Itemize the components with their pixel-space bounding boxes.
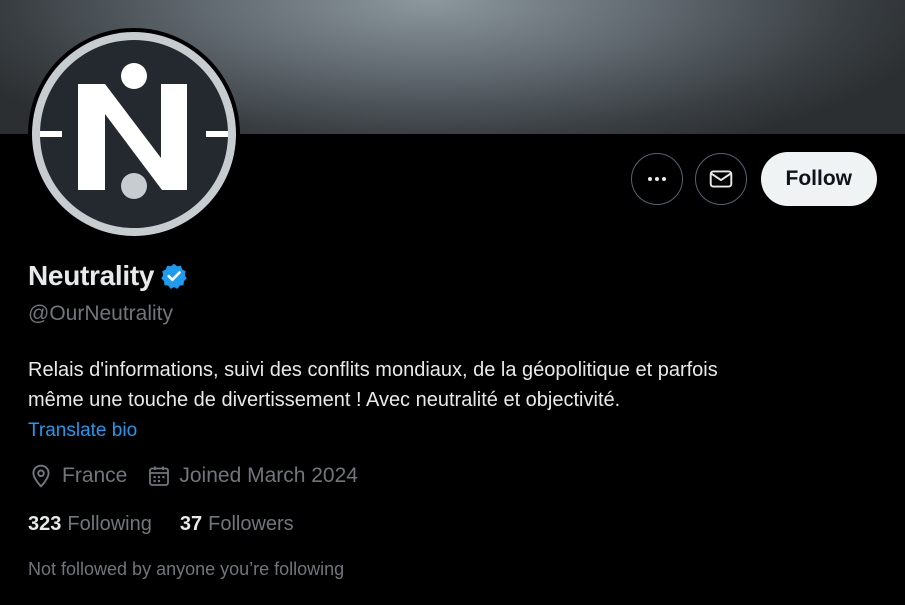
joined-text: Joined March 2024	[179, 464, 358, 487]
envelope-icon	[709, 170, 732, 188]
profile-handle: @OurNeutrality	[28, 302, 174, 325]
profile-stats: 323 Following 37 Followers	[28, 513, 294, 536]
verified-badge-icon[interactable]	[160, 262, 188, 290]
profile-page: Follow Neutrality @OurNeutrality Relais …	[0, 0, 905, 605]
more-button[interactable]	[630, 153, 683, 205]
following-link[interactable]: 323 Following	[28, 513, 152, 536]
followed-by-notice: Not followed by anyone you’re following	[28, 559, 345, 579]
neutrality-logo	[32, 32, 236, 236]
bio-line: Relais d'informations, suivi des conflit…	[28, 359, 718, 381]
following-count: 323	[28, 513, 62, 535]
joined-item: Joined March 2024	[147, 464, 358, 488]
message-button[interactable]	[694, 153, 747, 205]
followers-label: Followers	[208, 513, 294, 535]
profile-actions: Follow	[630, 152, 877, 206]
follow-button[interactable]: Follow	[760, 152, 877, 206]
location-item: France	[28, 463, 127, 489]
profile-name: Neutrality	[28, 260, 155, 291]
profile-meta: France Joined March 2024	[28, 463, 378, 489]
followers-count: 37	[179, 513, 203, 535]
profile-bio: Relais d'informations, suivi des conflit…	[28, 355, 878, 415]
profile-avatar[interactable]	[28, 28, 240, 240]
following-label: Following	[67, 513, 152, 535]
translate-bio-link[interactable]: Translate bio	[28, 420, 137, 442]
calendar-icon	[149, 466, 170, 486]
more-horizontal-icon	[647, 177, 666, 181]
followers-link[interactable]: 37 Followers	[180, 513, 294, 536]
profile-name-row: Neutrality	[28, 260, 188, 292]
location-pin-icon	[32, 464, 50, 488]
bio-line: même une touche de divertissement ! Avec…	[28, 389, 621, 411]
location-text: France	[62, 464, 128, 487]
